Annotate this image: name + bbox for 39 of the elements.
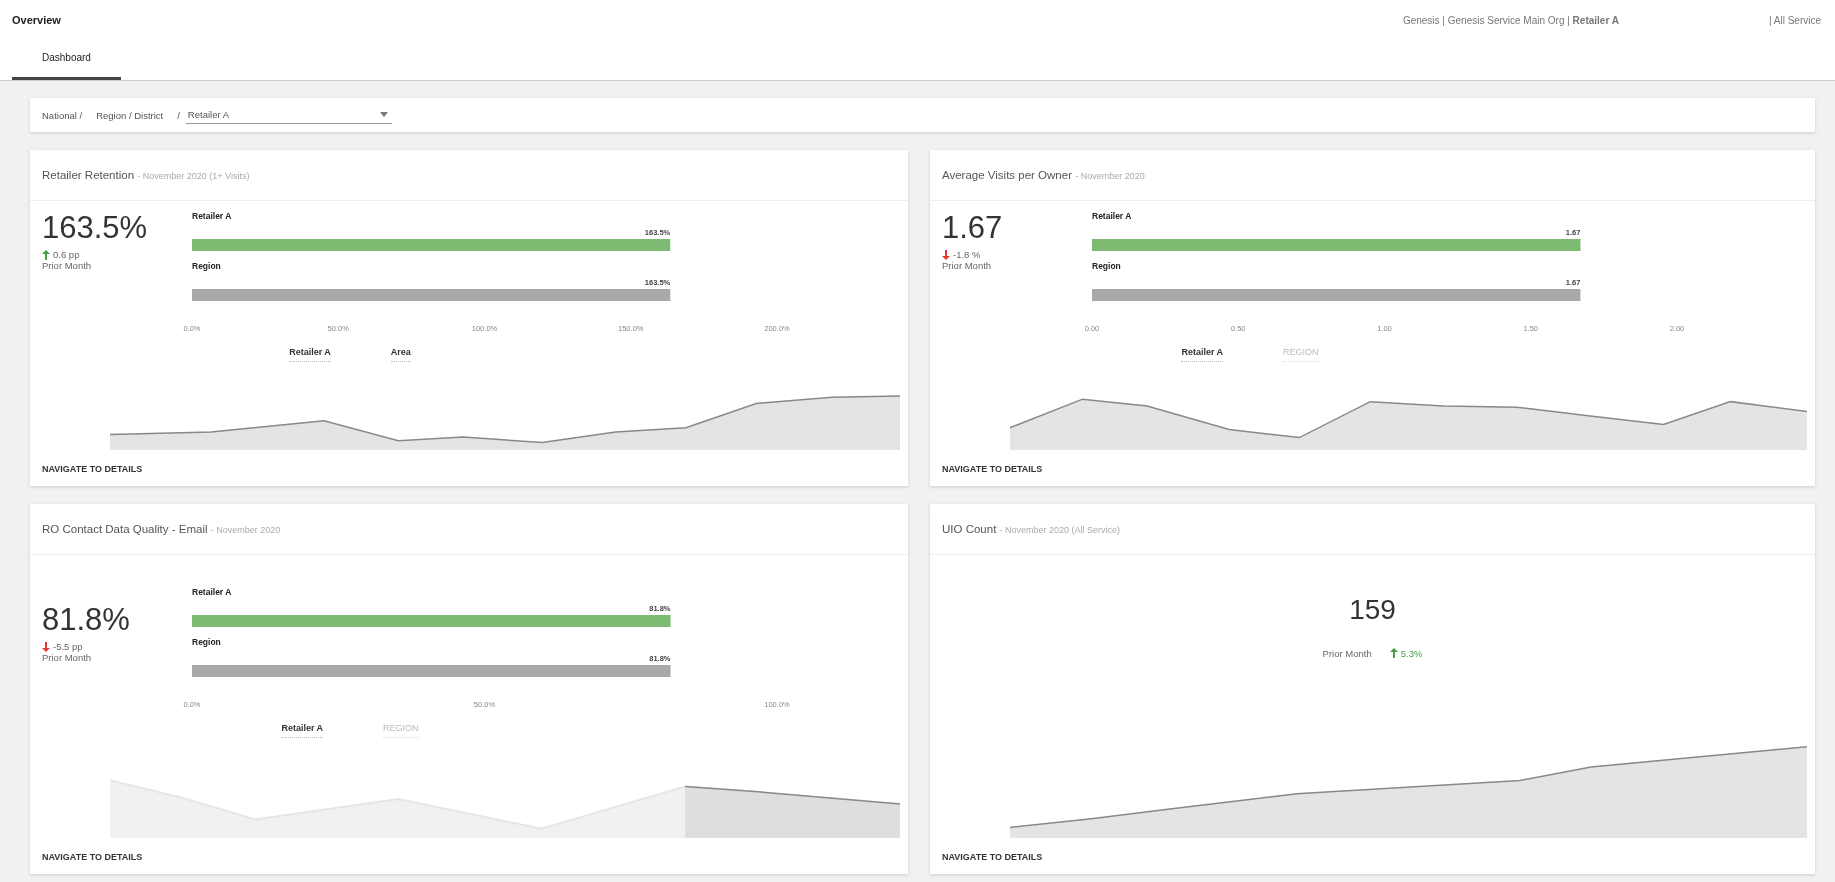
delta-label: Prior Month [42, 260, 93, 272]
navigate-link[interactable]: NAVIGATE TO DETAILS [930, 450, 1815, 486]
delta-value: -1.8 % [953, 249, 981, 261]
metric-value: 159 [1349, 595, 1396, 626]
card-title: Average Visits per Owner - November 2020 [942, 169, 1145, 181]
bar-label: Retailer A [192, 587, 232, 597]
navigate-link[interactable]: NAVIGATE TO DETAILS [30, 450, 908, 486]
bar-label: Retailer A [1092, 211, 1132, 221]
delta-label: Prior Month [942, 260, 993, 272]
legend-item[interactable]: Retailer A [1181, 347, 1224, 362]
bar-label: Region [192, 261, 221, 271]
card-title: UIO Count - November 2020 (All Service) [942, 523, 1121, 535]
card-title: Retailer Retention - November 2020 (1+ Visits) [42, 169, 250, 181]
bar-label: Region [1092, 261, 1121, 271]
legend-item[interactable]: Retailer A [289, 347, 331, 362]
metric-value: 163.5% [42, 211, 149, 246]
filter-crumb[interactable]: National / [42, 109, 83, 121]
metric-value: 1.67 [942, 211, 1004, 246]
delta-label: Prior Month [1322, 647, 1372, 659]
navigate-link[interactable]: NAVIGATE TO DETAILS [30, 838, 908, 874]
bar-label: Retailer A [192, 211, 232, 221]
bar-label: Region [192, 637, 221, 647]
delta-label: Prior Month [42, 652, 93, 664]
navigate-link[interactable]: NAVIGATE TO DETAILS [930, 838, 1815, 874]
legend-item[interactable]: Area [390, 347, 411, 362]
card-title: RO Contact Data Quality - Email - November 2020 [42, 523, 281, 535]
legend-item[interactable]: Retailer A [281, 723, 324, 738]
breadcrumb: Genesis | Genesis Service Main Org | Retailer A [1402, 14, 1619, 26]
filter-crumb[interactable]: / [177, 109, 180, 121]
scope-label: | All Service [1768, 14, 1821, 26]
page-title: Overview [12, 14, 61, 26]
tab[interactable]: Dashboard [12, 40, 121, 80]
delta-value: 0.6 pp [53, 249, 80, 261]
delta-value: 5.3% [1400, 647, 1423, 659]
dropdown[interactable]: Retailer A [185, 106, 392, 124]
delta-value: -5.5 pp [53, 641, 83, 653]
metric-value: 81.8% [42, 603, 131, 638]
filter-crumb[interactable]: Region / District [96, 109, 164, 121]
caret-icon [379, 111, 388, 117]
